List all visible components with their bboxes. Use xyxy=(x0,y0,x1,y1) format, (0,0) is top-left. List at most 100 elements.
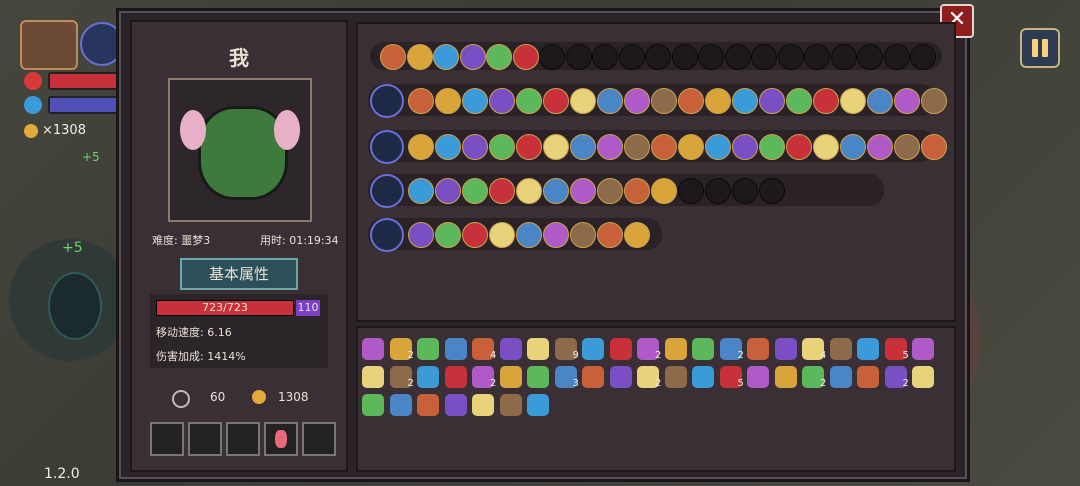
weapon-mod-slot[interactable] xyxy=(840,88,866,114)
collected-item[interactable] xyxy=(499,394,522,416)
relic-slot[interactable] xyxy=(618,44,645,70)
weapon-mod-slot[interactable] xyxy=(921,88,947,114)
collected-item[interactable] xyxy=(692,366,714,388)
weapon-mod-slot[interactable] xyxy=(624,88,650,114)
weapon-mod-slot[interactable] xyxy=(732,88,758,114)
weapon-mod-slot[interactable] xyxy=(516,222,542,248)
collected-item[interactable] xyxy=(664,366,687,388)
chest-icon[interactable] xyxy=(20,20,78,70)
weapon-mod-slot[interactable] xyxy=(651,134,677,160)
weapon-mod-slot[interactable] xyxy=(732,134,758,160)
relic-slot[interactable] xyxy=(804,44,830,70)
weapon-mod-slot[interactable] xyxy=(570,88,596,114)
attributes-tab[interactable]: 基本属性 xyxy=(180,258,298,290)
weapon-mod-slot[interactable] xyxy=(786,88,812,114)
collected-item[interactable] xyxy=(362,394,384,416)
collected-item[interactable] xyxy=(362,366,384,388)
collected-item[interactable] xyxy=(774,338,797,360)
collected-item[interactable] xyxy=(499,338,522,360)
collected-item[interactable] xyxy=(582,366,604,388)
consumable-slot-4[interactable] xyxy=(264,422,298,456)
relic-slot[interactable] xyxy=(777,44,804,70)
weapon-mod-slot[interactable] xyxy=(597,134,623,160)
collected-item[interactable] xyxy=(747,338,769,360)
consumable-slot-1[interactable] xyxy=(150,422,184,456)
weapon-mod-slot[interactable] xyxy=(786,134,812,160)
collected-item[interactable] xyxy=(444,394,467,416)
relic-slot[interactable] xyxy=(857,44,883,70)
collected-item[interactable] xyxy=(829,338,852,360)
weapon-mod-slot[interactable] xyxy=(462,134,488,160)
weapon-mod-slot[interactable] xyxy=(867,88,893,114)
relic-slot[interactable] xyxy=(486,44,512,70)
weapon-mod-slot[interactable] xyxy=(462,178,488,204)
collected-item[interactable] xyxy=(444,366,467,388)
weapon-mod-slot[interactable] xyxy=(624,222,650,248)
relic-slot[interactable] xyxy=(751,44,777,70)
weapon-mod-slot[interactable] xyxy=(813,88,839,114)
weapon-mod-slot[interactable] xyxy=(678,88,704,114)
weapon-mod-slot[interactable] xyxy=(759,88,785,114)
relic-slot[interactable] xyxy=(565,44,592,70)
collected-item[interactable] xyxy=(417,366,439,388)
weapon-mod-slot[interactable] xyxy=(543,222,569,248)
weapon-mod-slot[interactable] xyxy=(462,222,488,248)
weapon-icon[interactable] xyxy=(370,174,404,208)
weapon-mod-slot[interactable] xyxy=(867,134,893,160)
weapon-mod-slot[interactable] xyxy=(732,178,758,204)
weapon-mod-slot[interactable] xyxy=(516,134,542,160)
weapon-mod-slot[interactable] xyxy=(408,222,434,248)
weapon-mod-slot[interactable] xyxy=(705,88,731,114)
collected-item[interactable] xyxy=(362,338,384,360)
collected-item[interactable] xyxy=(912,338,934,360)
collected-item[interactable] xyxy=(499,366,522,388)
collected-item[interactable] xyxy=(609,366,632,388)
weapon-mod-slot[interactable] xyxy=(516,88,542,114)
weapon-mod-slot[interactable] xyxy=(570,222,596,248)
weapon-icon[interactable] xyxy=(370,218,404,252)
weapon-mod-slot[interactable] xyxy=(435,178,461,204)
relic-slot[interactable] xyxy=(406,44,433,70)
relic-slot[interactable] xyxy=(830,44,857,70)
pause-button[interactable] xyxy=(1020,28,1060,68)
collected-item[interactable] xyxy=(472,394,494,416)
weapon-mod-slot[interactable] xyxy=(894,134,920,160)
relic-slot[interactable] xyxy=(433,44,459,70)
weapon-mod-slot[interactable] xyxy=(651,178,677,204)
relic-slot[interactable] xyxy=(592,44,618,70)
relic-slot[interactable] xyxy=(380,44,406,70)
collected-item[interactable] xyxy=(912,366,934,388)
weapon-mod-slot[interactable] xyxy=(408,88,434,114)
weapon-mod-slot[interactable] xyxy=(462,88,488,114)
weapon-mod-slot[interactable] xyxy=(624,178,650,204)
weapon-mod-slot[interactable] xyxy=(705,134,731,160)
collected-item[interactable] xyxy=(857,366,879,388)
weapon-mod-slot[interactable] xyxy=(678,178,704,204)
weapon-mod-slot[interactable] xyxy=(543,134,569,160)
consumable-slot-2[interactable] xyxy=(188,422,222,456)
relic-slot[interactable] xyxy=(910,44,936,70)
weapon-mod-slot[interactable] xyxy=(921,134,947,160)
consumable-slot-5[interactable] xyxy=(302,422,336,456)
weapon-mod-slot[interactable] xyxy=(570,178,596,204)
collected-item[interactable] xyxy=(774,366,797,388)
relic-slot[interactable] xyxy=(883,44,910,70)
weapon-mod-slot[interactable] xyxy=(759,134,785,160)
weapon-mod-slot[interactable] xyxy=(435,134,461,160)
weapon-mod-slot[interactable] xyxy=(489,222,515,248)
relic-slot[interactable] xyxy=(512,44,539,70)
collected-item[interactable] xyxy=(527,366,549,388)
consumable-slot-3[interactable] xyxy=(226,422,260,456)
weapon-mod-slot[interactable] xyxy=(678,134,704,160)
weapon-mod-slot[interactable] xyxy=(489,88,515,114)
collected-item[interactable] xyxy=(664,338,687,360)
relic-slot[interactable] xyxy=(539,44,565,70)
collected-item[interactable] xyxy=(582,338,604,360)
collected-item[interactable] xyxy=(527,338,549,360)
weapon-mod-slot[interactable] xyxy=(543,178,569,204)
weapon-mod-slot[interactable] xyxy=(435,222,461,248)
weapon-mod-slot[interactable] xyxy=(624,134,650,160)
relic-slot[interactable] xyxy=(724,44,751,70)
weapon-mod-slot[interactable] xyxy=(840,134,866,160)
collected-item[interactable] xyxy=(609,338,632,360)
